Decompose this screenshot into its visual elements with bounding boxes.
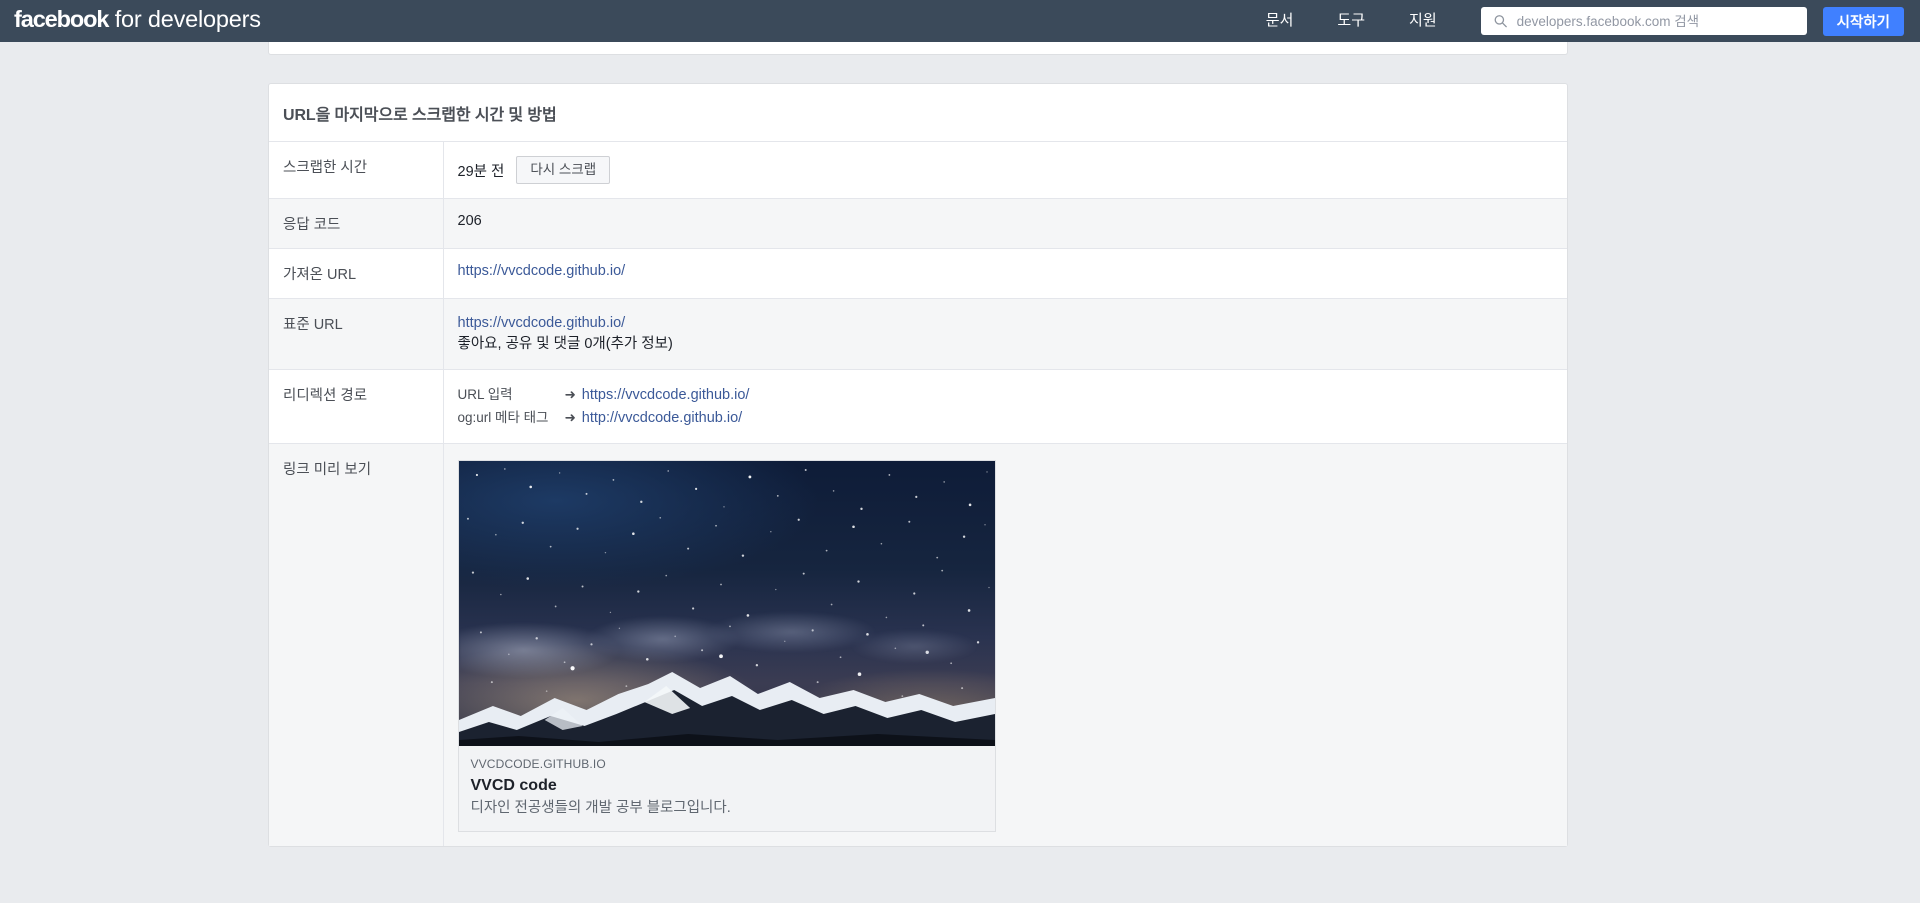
scrape-info-card: URL을 마지막으로 스크랩한 시간 및 방법 스크랩한 시간 29분 전 다시… <box>268 83 1568 848</box>
fetched-url-link[interactable]: https://vvcdcode.github.io/ <box>458 263 626 279</box>
nav-item-docs[interactable]: 문서 <box>1244 0 1316 42</box>
row-value-canonical-url: https://vvcdcode.github.io/ 좋아요, 공유 및 댓글… <box>443 299 1567 370</box>
row-value-redirect-path: URL 입력 ➜ https://vvcdcode.github.io/ og:… <box>443 370 1567 444</box>
redirect-step-label: og:url 메타 태그 <box>457 409 549 425</box>
redirect-step-target-link[interactable]: http://vvcdcode.github.io/ <box>582 407 750 429</box>
rescrape-button[interactable]: 다시 스크랩 <box>516 156 611 185</box>
site-header: facebook for developers 문서 도구 지원 시작하기 <box>0 0 1920 42</box>
row-value-fetched-url: https://vvcdcode.github.io/ <box>443 249 1567 299</box>
redirect-step-label: URL 입력 <box>457 387 513 403</box>
table-row-link-preview: 링크 미리 보기 VVCDCODE.GITHUB.IO VVCD code 디자… <box>269 443 1567 847</box>
table-row-redirect-path: 리디렉션 경로 URL 입력 ➜ https://vvcdcode.github… <box>269 369 1567 444</box>
arrow-right-icon: ➜ <box>564 387 576 403</box>
card-title: URL을 마지막으로 스크랩한 시간 및 방법 <box>269 84 1567 142</box>
redirect-step-list: URL 입력 ➜ https://vvcdcode.github.io/ og:… <box>458 384 750 429</box>
scraped-at-value: 29분 전 <box>457 163 505 180</box>
row-label-fetched-url: 가져온 URL <box>269 248 444 299</box>
table-row-response-code: 응답 코드 206 <box>269 198 1567 249</box>
get-started-button[interactable]: 시작하기 <box>1822 6 1904 36</box>
nav-item-support[interactable]: 지원 <box>1387 0 1459 42</box>
content-column: URL을 마지막으로 스크랩한 시간 및 방법 스크랩한 시간 29분 전 다시… <box>268 42 1568 848</box>
row-label-scraped-at: 스크랩한 시간 <box>269 142 444 199</box>
table-row-canonical-url: 표준 URL https://vvcdcode.github.io/ 좋아요, … <box>269 298 1567 370</box>
nav-item-tools[interactable]: 도구 <box>1315 0 1387 42</box>
link-preview-text: VVCDCODE.GITHUB.IO VVCD code 디자인 전공생들의 개… <box>458 746 995 832</box>
row-label-redirect-path: 리디렉션 경로 <box>269 369 444 444</box>
table-row-scraped-at: 스크랩한 시간 29분 전 다시 스크랩 <box>269 142 1567 199</box>
link-preview-image <box>458 461 995 747</box>
search-container <box>1480 7 1807 35</box>
redirect-step-target-link[interactable]: https://vvcdcode.github.io/ <box>582 384 750 406</box>
page-body: URL을 마지막으로 스크랩한 시간 및 방법 스크랩한 시간 29분 전 다시… <box>0 42 1920 903</box>
main-nav: 문서 도구 지원 시작하기 <box>1244 0 1904 42</box>
canonical-url-link[interactable]: https://vvcdcode.github.io/ <box>458 315 626 331</box>
link-preview-card[interactable]: VVCDCODE.GITHUB.IO VVCD code 디자인 전공생들의 개… <box>457 460 996 833</box>
brand-for-developers-text: for developers <box>108 6 261 33</box>
redirect-step: URL 입력 ➜ https://vvcdcode.github.io/ <box>458 384 750 406</box>
table-row-fetched-url: 가져온 URL https://vvcdcode.github.io/ <box>269 248 1567 299</box>
brand-facebook-text: facebook <box>14 6 109 33</box>
link-preview-title: VVCD code <box>470 777 557 795</box>
link-preview-description: 디자인 전공생들의 개발 공부 블로그입니다. <box>470 800 731 817</box>
row-label-link-preview: 링크 미리 보기 <box>269 443 444 847</box>
row-value-response-code: 206 <box>457 213 482 230</box>
arrow-right-icon: ➜ <box>564 409 576 425</box>
row-label-response-code: 응답 코드 <box>269 198 444 249</box>
search-input[interactable] <box>1480 7 1807 35</box>
scrape-info-table: 스크랩한 시간 29분 전 다시 스크랩 응답 코드 206 가져온 URL h… <box>269 142 1567 847</box>
previous-card-partial <box>268 42 1568 55</box>
redirect-step: og:url 메타 태그 ➜ http://vvcdcode.github.io… <box>458 407 750 429</box>
row-label-canonical-url: 표준 URL <box>269 298 444 370</box>
brand-logo[interactable]: facebook for developers <box>14 8 261 34</box>
row-value-link-preview: VVCDCODE.GITHUB.IO VVCD code 디자인 전공생들의 개… <box>443 444 1567 846</box>
link-preview-domain: VVCDCODE.GITHUB.IO <box>470 757 606 772</box>
row-value-scraped-at: 29분 전 다시 스크랩 <box>443 142 1567 199</box>
canonical-url-engagement: 좋아요, 공유 및 댓글 0개(추가 정보) <box>457 336 673 353</box>
